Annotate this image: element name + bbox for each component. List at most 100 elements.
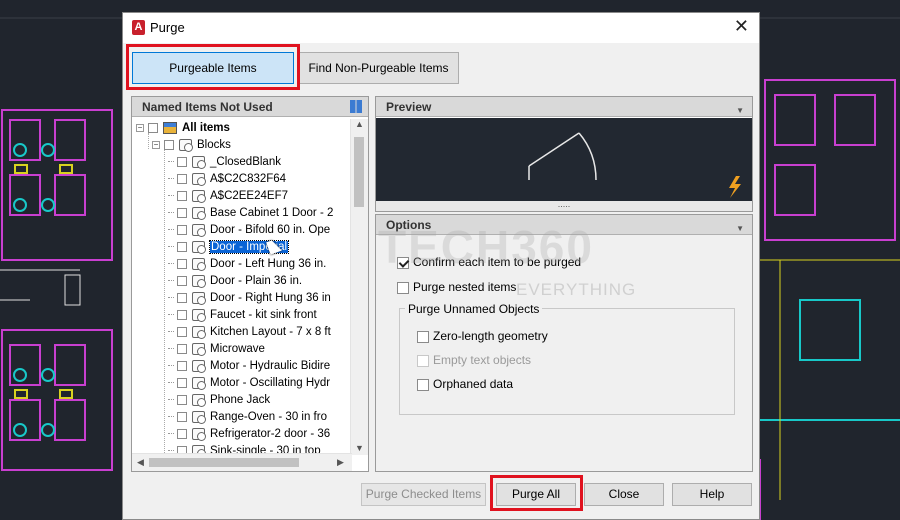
scroll-thumb[interactable] [354, 137, 364, 207]
block-item-row[interactable]: Faucet - kit sink front [168, 307, 317, 324]
block-item-row[interactable]: A$C2EE24EF7 [168, 188, 288, 205]
items-tree[interactable]: − All items − Blocks _ClosedBlank A$C2C832F… [132, 119, 348, 455]
block-item-label: Phone Jack [210, 394, 271, 406]
checkbox[interactable] [177, 275, 187, 286]
lightning-icon [729, 176, 741, 198]
collapse-icon[interactable]: ▼ [736, 219, 744, 239]
orphaned-data-option[interactable]: Orphaned data [417, 377, 513, 391]
sort-icon[interactable] [350, 100, 362, 113]
checkbox[interactable] [164, 139, 174, 150]
block-icon [192, 155, 206, 169]
options-header[interactable]: Options ▼ [376, 215, 752, 235]
checkbox[interactable] [148, 122, 158, 133]
checkbox[interactable] [177, 292, 187, 303]
named-items-header-label: Named Items Not Used [142, 100, 273, 114]
block-item-row[interactable]: Base Cabinet 1 Door - 2 [168, 205, 333, 222]
block-item-label: Motor - Hydraulic Bidire [210, 360, 331, 372]
block-item-row[interactable]: Kitchen Layout - 7 x 8 ft [168, 324, 331, 341]
checkbox[interactable] [177, 207, 187, 218]
tree-vertical-scrollbar[interactable]: ▲ ▼ [350, 119, 368, 455]
options-header-label: Options [386, 218, 432, 232]
block-item-label: Kitchen Layout - 7 x 8 ft [210, 326, 331, 338]
preview-header-label: Preview [386, 100, 432, 114]
purge-nested-option[interactable]: Purge nested items [397, 280, 516, 294]
block-item-label: Door - Bifold 60 in. Ope [210, 224, 331, 236]
block-item-label: Door - Plain 36 in. [210, 275, 303, 287]
checkbox[interactable] [177, 377, 187, 388]
block-icon [192, 291, 206, 305]
block-item-label: Faucet - kit sink front [210, 309, 317, 321]
scroll-left-icon[interactable]: ◀ [132, 457, 149, 468]
unnamed-objects-title: Purge Unnamed Objects [405, 302, 543, 316]
checkbox[interactable] [177, 411, 187, 422]
block-item-row[interactable]: Door - Imperial [168, 239, 290, 256]
block-item-label: Door - Left Hung 36 in. [210, 258, 327, 270]
block-icon [192, 189, 206, 203]
find-non-purgeable-items-button[interactable]: Find Non-Purgeable Items [298, 52, 459, 84]
block-item-row[interactable]: Door - Bifold 60 in. Ope [168, 222, 330, 239]
tree-horizontal-scrollbar[interactable]: ◀ ▶ [132, 453, 352, 471]
checkbox[interactable] [177, 394, 187, 405]
block-item-row[interactable]: Range-Oven - 30 in fro [168, 409, 327, 426]
block-icon [192, 206, 206, 220]
checkbox[interactable] [177, 224, 187, 235]
checkbox[interactable] [177, 241, 187, 252]
block-item-row[interactable]: Refrigerator-2 door - 36 [168, 426, 330, 443]
purgeable-items-button[interactable]: Purgeable Items [132, 52, 294, 84]
preview-header[interactable]: Preview ▼ [376, 97, 752, 117]
block-icon [192, 342, 206, 356]
scroll-up-icon[interactable]: ▲ [351, 119, 368, 129]
block-item-row[interactable]: Door - Plain 36 in. [168, 273, 302, 290]
zero-length-option[interactable]: Zero-length geometry [417, 329, 548, 343]
checkbox[interactable] [177, 343, 187, 354]
dialog-title: Purge [150, 20, 185, 35]
checkbox[interactable] [177, 173, 187, 184]
scroll-down-icon[interactable]: ▼ [351, 443, 368, 453]
checkbox[interactable] [177, 360, 187, 371]
checkbox[interactable] [177, 156, 187, 167]
confirm-each-option[interactable]: Confirm each item to be purged [397, 255, 581, 269]
block-icon [192, 223, 206, 237]
purge-all-button[interactable]: Purge All [496, 483, 576, 506]
all-items-icon [163, 121, 177, 134]
checkbox[interactable] [177, 428, 187, 439]
block-item-row[interactable]: Door - Right Hung 36 in [168, 290, 331, 307]
resize-grip[interactable]: ..... [376, 200, 752, 211]
block-icon [192, 274, 206, 288]
close-button[interactable]: Close [584, 483, 664, 506]
block-icon [192, 240, 206, 254]
block-item-row[interactable]: _ClosedBlank [168, 154, 281, 171]
confirm-each-checkbox[interactable] [397, 256, 409, 269]
scroll-thumb-horizontal[interactable] [149, 458, 299, 467]
collapse-toggle[interactable]: − [136, 123, 144, 132]
block-icon [192, 172, 206, 186]
tree-root-row[interactable]: − All items [136, 120, 230, 137]
block-item-row[interactable]: Door - Left Hung 36 in. [168, 256, 326, 273]
block-icon [192, 376, 206, 390]
help-button[interactable]: Help [672, 483, 752, 506]
orphaned-data-checkbox[interactable] [417, 378, 429, 391]
block-item-row[interactable]: Motor - Hydraulic Bidire [168, 358, 330, 375]
block-item-label: Range-Oven - 30 in fro [210, 411, 327, 423]
close-icon[interactable]: ✕ [734, 16, 749, 37]
collapse-toggle[interactable]: − [152, 140, 160, 149]
block-item-row[interactable]: Phone Jack [168, 392, 270, 409]
block-item-row[interactable]: Microwave [168, 341, 265, 358]
block-item-row[interactable]: Motor - Oscillating Hydr [168, 375, 330, 392]
block-item-label: Motor - Oscillating Hydr [210, 377, 331, 389]
block-item-label: Microwave [210, 343, 265, 355]
checkbox[interactable] [177, 309, 187, 320]
tree-group-row[interactable]: − Blocks [152, 137, 231, 154]
block-item-row[interactable]: A$C2C832F64 [168, 171, 286, 188]
tree-group-label: Blocks [197, 139, 231, 151]
block-item-label: A$C2EE24EF7 [210, 190, 288, 202]
purge-nested-checkbox[interactable] [397, 281, 409, 294]
checkbox[interactable] [177, 326, 187, 337]
zero-length-checkbox[interactable] [417, 330, 429, 343]
confirm-each-label: Confirm each item to be purged [413, 255, 582, 269]
checkbox[interactable] [177, 190, 187, 201]
empty-text-label: Empty text objects [433, 353, 532, 367]
preview-panel: Preview ▼ ..... [375, 96, 753, 212]
checkbox[interactable] [177, 258, 187, 269]
scroll-right-icon[interactable]: ▶ [332, 457, 349, 468]
